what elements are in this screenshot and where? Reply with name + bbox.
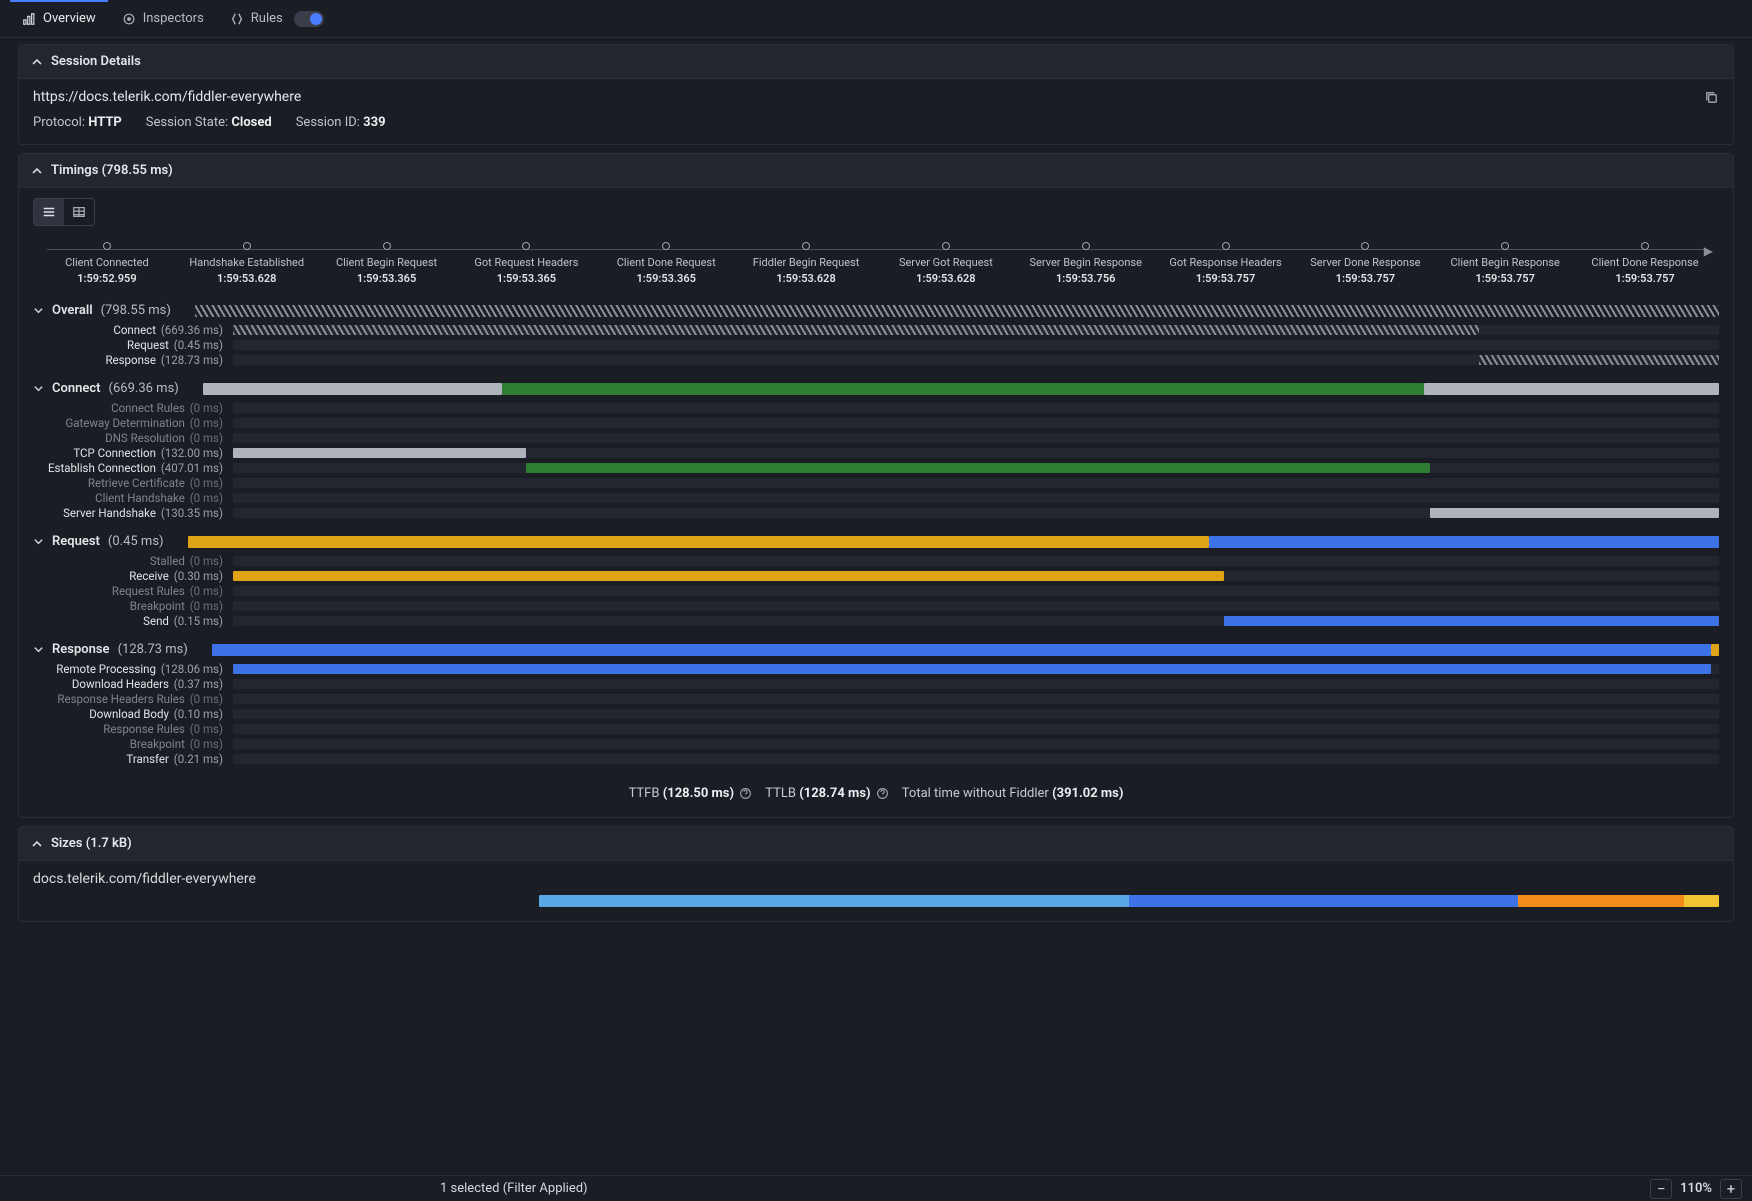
status-bar: 1 selected (Filter Applied) − 110% + <box>0 1175 1752 1201</box>
timing-row: Remote Processing (128.06 ms) <box>33 661 1719 676</box>
timings-header[interactable]: Timings (798.55 ms) <box>19 154 1733 188</box>
timing-row: Download Body (0.10 ms) <box>33 706 1719 721</box>
timing-row: Client Handshake (0 ms) <box>33 490 1719 505</box>
chevron-up-icon <box>31 56 43 68</box>
timing-row: DNS Resolution (0 ms) <box>33 430 1719 445</box>
milestone: Handshake Established1:59:53.628 <box>177 242 317 285</box>
chevron-down-icon <box>33 644 44 655</box>
overall-group-header[interactable]: Overall (798.55 ms) <box>33 303 1719 318</box>
milestone: Server Got Request1:59:53.628 <box>876 242 1016 285</box>
tab-label: Inspectors <box>143 11 204 26</box>
timing-row: Request (0.45 ms) <box>33 337 1719 352</box>
timing-row: Connect Rules (0 ms) <box>33 400 1719 415</box>
zoom-controls: − 110% + <box>1650 1179 1742 1199</box>
timing-row: TCP Connection (132.00 ms) <box>33 445 1719 460</box>
milestone: Client Connected1:59:52.959 <box>37 242 177 285</box>
timing-row: Gateway Determination (0 ms) <box>33 415 1719 430</box>
session-details-panel: Session Details https://docs.telerik.com… <box>18 44 1734 145</box>
sizes-url: docs.telerik.com/fiddler-everywhere <box>33 871 1719 887</box>
milestone: Client Begin Response1:59:53.757 <box>1435 242 1575 285</box>
copy-icon[interactable] <box>1704 90 1719 105</box>
milestone: Client Done Request1:59:53.365 <box>596 242 736 285</box>
timing-row: Server Handshake (130.35 ms) <box>33 505 1719 520</box>
tab-inspectors[interactable]: Inspectors <box>110 0 216 38</box>
timing-row: Retrieve Certificate (0 ms) <box>33 475 1719 490</box>
view-toggle <box>33 198 95 226</box>
waterfall-view-button[interactable] <box>34 199 64 225</box>
milestone: Server Done Response1:59:53.757 <box>1295 242 1435 285</box>
target-icon <box>122 12 136 26</box>
timing-row: Receive (0.30 ms) <box>33 568 1719 583</box>
timing-row: Breakpoint (0 ms) <box>33 598 1719 613</box>
overall-group: Overall (798.55 ms) Connect (669.36 ms)R… <box>33 303 1719 367</box>
session-url: https://docs.telerik.com/fiddler-everywh… <box>33 89 301 105</box>
rules-toggle[interactable] <box>294 11 324 27</box>
milestone: Got Request Headers1:59:53.365 <box>456 242 596 285</box>
timing-row: Connect (669.36 ms) <box>33 322 1719 337</box>
help-icon[interactable] <box>739 787 752 800</box>
tabs-bar: Overview Inspectors Rules <box>0 0 1752 38</box>
milestone: Fiddler Begin Request1:59:53.628 <box>736 242 876 285</box>
milestone: Client Begin Request1:59:53.365 <box>317 242 457 285</box>
rules-icon <box>230 12 244 26</box>
request-group: Request (0.45 ms) Stalled (0 ms)Receive … <box>33 534 1719 628</box>
chevron-down-icon <box>33 383 44 394</box>
zoom-out-button[interactable]: − <box>1650 1179 1672 1199</box>
status-text: 1 selected (Filter Applied) <box>440 1181 1650 1196</box>
connect-group-header[interactable]: Connect (669.36 ms) <box>33 381 1719 396</box>
chevron-up-icon <box>31 165 43 177</box>
panel-title: Session Details <box>51 54 141 69</box>
request-group-header[interactable]: Request (0.45 ms) <box>33 534 1719 549</box>
timing-row: Response (128.73 ms) <box>33 352 1719 367</box>
tab-label: Rules <box>251 11 283 26</box>
timings-panel: Timings (798.55 ms) ▶ Client Connected1:… <box>18 153 1734 818</box>
chevron-down-icon <box>33 536 44 547</box>
overview-icon <box>22 12 36 26</box>
sizes-panel: Sizes (1.7 kB) docs.telerik.com/fiddler-… <box>18 826 1734 922</box>
timing-row: Send (0.15 ms) <box>33 613 1719 628</box>
response-group-header[interactable]: Response (128.73 ms) <box>33 642 1719 657</box>
timing-row: Request Rules (0 ms) <box>33 583 1719 598</box>
timing-row: Response Headers Rules (0 ms) <box>33 691 1719 706</box>
milestone: Got Response Headers1:59:53.757 <box>1156 242 1296 285</box>
chevron-down-icon <box>33 305 44 316</box>
panel-title: Sizes (1.7 kB) <box>51 836 132 851</box>
connect-group: Connect (669.36 ms) Connect Rules (0 ms)… <box>33 381 1719 520</box>
session-details-header[interactable]: Session Details <box>19 45 1733 79</box>
sizes-bar <box>539 895 1719 907</box>
timing-row: Response Rules (0 ms) <box>33 721 1719 736</box>
table-view-button[interactable] <box>64 199 94 225</box>
help-icon[interactable] <box>876 787 889 800</box>
milestone: Client Done Response1:59:53.757 <box>1575 242 1715 285</box>
timing-row: Stalled (0 ms) <box>33 553 1719 568</box>
zoom-value: 110% <box>1674 1181 1718 1196</box>
timings-summary: TTFB (128.50 ms) TTLB (128.74 ms) Total … <box>33 780 1719 803</box>
response-group: Response (128.73 ms) Remote Processing (… <box>33 642 1719 766</box>
content-scroll[interactable]: Session Details https://docs.telerik.com… <box>0 38 1752 1175</box>
timing-row: Download Headers (0.37 ms) <box>33 676 1719 691</box>
milestone: Server Begin Response1:59:53.756 <box>1016 242 1156 285</box>
zoom-in-button[interactable]: + <box>1720 1179 1742 1199</box>
timing-row: Breakpoint (0 ms) <box>33 736 1719 751</box>
tab-overview[interactable]: Overview <box>10 0 108 38</box>
tab-rules[interactable]: Rules <box>218 0 336 38</box>
chevron-up-icon <box>31 838 43 850</box>
timing-row: Transfer (0.21 ms) <box>33 751 1719 766</box>
timing-row: Establish Connection (407.01 ms) <box>33 460 1719 475</box>
tab-label: Overview <box>43 11 96 26</box>
panel-title: Timings (798.55 ms) <box>51 163 173 178</box>
sizes-header[interactable]: Sizes (1.7 kB) <box>19 827 1733 861</box>
session-meta: Protocol: HTTP Session State: Closed Ses… <box>33 115 1719 130</box>
milestone-timeline: ▶ Client Connected1:59:52.959Handshake E… <box>37 242 1715 285</box>
